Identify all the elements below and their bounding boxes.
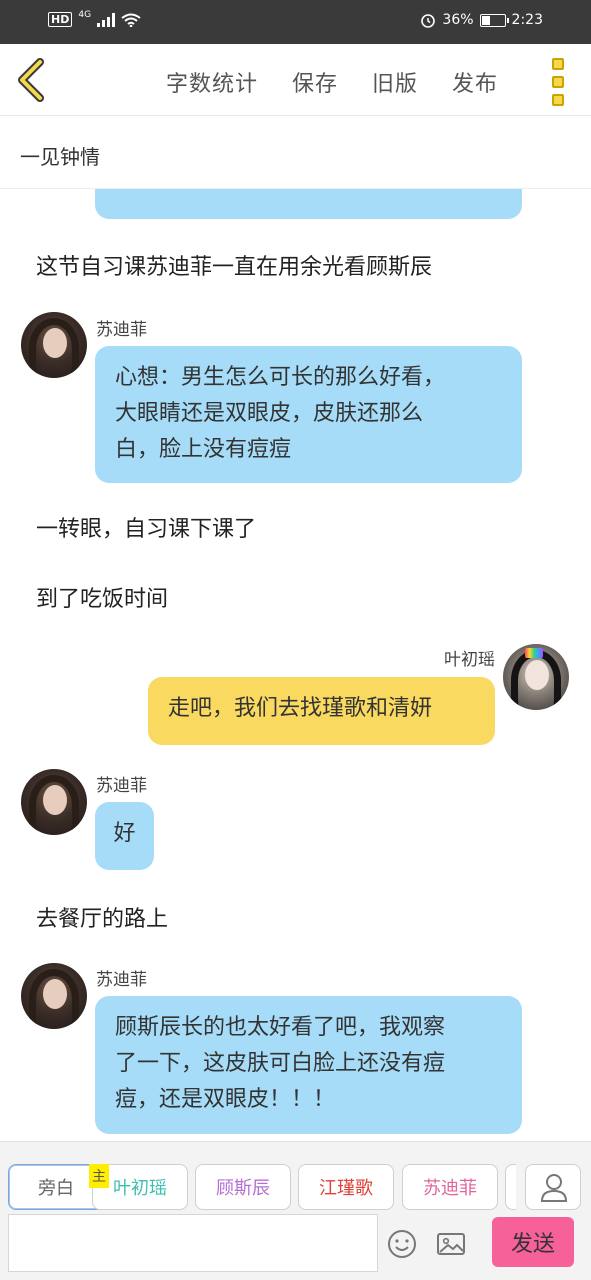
avatar[interactable] <box>503 644 569 710</box>
message-input[interactable] <box>8 1214 378 1272</box>
publish-button[interactable]: 发布 <box>452 66 498 98</box>
word-count-button[interactable]: 字数统计 <box>166 66 258 98</box>
speaker-name: 苏迪菲 <box>96 320 147 340</box>
image-icon <box>437 1233 465 1255</box>
menu-dot-icon <box>552 58 564 70</box>
bubble-line: 痘，还是双眼皮！！！ <box>115 1087 336 1112</box>
battery-fill <box>481 15 490 25</box>
avatar[interactable] <box>21 963 87 1029</box>
avatar[interactable] <box>21 769 87 835</box>
bubble-line: 顾斯辰长的也太好看了吧，我观察 <box>115 1015 446 1040</box>
clock: 2:23 <box>511 12 543 28</box>
story-title-bar[interactable]: 一见钟情 <box>0 117 591 189</box>
character-manage-button[interactable] <box>525 1164 581 1210</box>
person-icon <box>540 1174 568 1202</box>
chat-bubble[interactable]: 走吧，我们去找瑾歌和清妍 <box>148 677 495 745</box>
crown-icon <box>525 648 543 658</box>
back-button[interactable] <box>14 58 50 102</box>
role-jiang-jinge[interactable]: 江瑾歌 <box>298 1164 394 1210</box>
more-menu-button[interactable] <box>549 58 567 106</box>
role-su-difei[interactable]: 苏迪菲 <box>402 1164 498 1210</box>
speaker-name: 苏迪菲 <box>96 970 147 990</box>
emoji-button[interactable] <box>386 1228 418 1260</box>
image-button[interactable] <box>435 1228 467 1260</box>
role-label: 苏迪菲 <box>423 1178 477 1199</box>
narration-line[interactable]: 一转眼，自习课下课了 <box>36 511 256 543</box>
status-bar: HD 4G 36% 2:23 <box>0 0 591 44</box>
role-label: 旁白 <box>38 1178 74 1199</box>
signal-icon <box>97 12 116 27</box>
chat-area[interactable]: 激动 这节自习课苏迪菲一直在用余光看顾斯辰 苏迪菲 心想：男生怎么可长的那么好看… <box>0 189 591 1141</box>
chat-bubble[interactable]: 激动 <box>95 189 522 219</box>
battery-percent: 36% <box>442 12 474 28</box>
composer-bar: 旁白 叶初瑶 顾斯辰 江瑾歌 苏迪菲 主 发送 <box>0 1141 591 1280</box>
bubble-line: 白，脸上没有痘痘 <box>115 437 292 462</box>
bubble-line: 大眼睛还是双眼皮，皮肤还那么 <box>115 401 424 426</box>
old-version-button[interactable]: 旧版 <box>372 66 418 98</box>
bubble-text: 激动 <box>115 189 502 191</box>
app-bar: 字数统计 保存 旧版 发布 <box>0 44 591 116</box>
chat-bubble[interactable]: 心想：男生怎么可长的那么好看， 大眼睛还是双眼皮，皮肤还那么 白，脸上没有痘痘 <box>95 346 522 483</box>
status-right: 36% 2:23 <box>420 12 543 28</box>
story-title: 一见钟情 <box>20 145 100 169</box>
chat-bubble[interactable]: 顾斯辰长的也太好看了吧，我观察 了一下，这皮肤可白脸上还没有痘 痘，还是双眼皮！… <box>95 996 522 1134</box>
speaker-name: 苏迪菲 <box>96 776 147 796</box>
narration-line[interactable]: 去餐厅的路上 <box>36 901 168 933</box>
role-gu-sichen[interactable]: 顾斯辰 <box>195 1164 291 1210</box>
network-label: 4G <box>78 9 92 20</box>
role-label: 顾斯辰 <box>216 1178 270 1199</box>
send-button[interactable]: 发送 <box>492 1217 574 1267</box>
role-more[interactable] <box>505 1164 516 1210</box>
status-left: HD 4G <box>48 9 141 27</box>
main-role-tag: 主 <box>89 1164 109 1188</box>
wifi-icon <box>121 13 141 27</box>
chevron-left-icon <box>18 58 44 102</box>
save-button[interactable]: 保存 <box>292 66 338 98</box>
speaker-name: 叶初瑶 <box>444 650 495 670</box>
bubble-line: 了一下，这皮肤可白脸上还没有痘 <box>115 1051 446 1076</box>
chat-bubble[interactable]: 好 <box>95 802 154 870</box>
smiley-icon <box>388 1230 416 1258</box>
role-label: 江瑾歌 <box>319 1178 373 1199</box>
hd-badge: HD <box>48 12 73 27</box>
narration-line[interactable]: 到了吃饭时间 <box>36 581 168 613</box>
bubble-line: 心想：男生怎么可长的那么好看， <box>115 365 446 390</box>
menu-dot-icon <box>552 94 564 106</box>
bubble-text: 好 <box>113 821 136 846</box>
alarm-icon <box>421 14 436 28</box>
battery-icon <box>479 13 509 27</box>
menu-dot-icon <box>552 76 564 88</box>
role-label: 叶初瑶 <box>113 1178 167 1199</box>
bubble-text: 走吧，我们去找瑾歌和清妍 <box>168 696 433 721</box>
narration-line[interactable]: 这节自习课苏迪菲一直在用余光看顾斯辰 <box>36 249 432 281</box>
role-selector: 旁白 叶初瑶 顾斯辰 江瑾歌 苏迪菲 <box>8 1164 516 1212</box>
toolbar-actions: 字数统计 保存 旧版 发布 <box>166 66 498 98</box>
avatar[interactable] <box>21 312 87 378</box>
